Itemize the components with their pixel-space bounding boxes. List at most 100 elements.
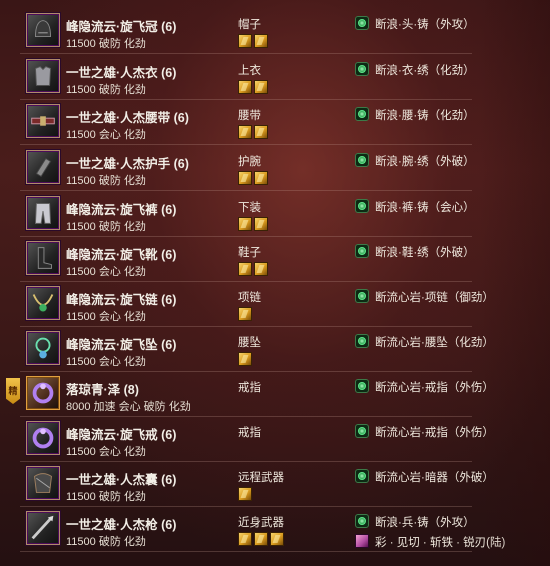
item-name[interactable]: 峰隐流云·旋飞戒 (6): [66, 424, 176, 443]
enchant-icon[interactable]: [355, 153, 369, 167]
pouch-icon[interactable]: [26, 466, 60, 500]
enchant-icon[interactable]: [355, 244, 369, 258]
armor-icon[interactable]: [26, 59, 60, 93]
bracer-icon[interactable]: [26, 150, 60, 184]
equipment-row[interactable]: 一世之雄·人杰护手 (6) 11500 破防 化劲 护腕 断浪·腕·绣（外破）: [20, 146, 475, 191]
enchant-icon[interactable]: [355, 514, 369, 528]
helmet-icon[interactable]: [26, 13, 60, 47]
gem-icon[interactable]: [254, 217, 268, 231]
color-enchant-icon[interactable]: [355, 534, 369, 548]
item-slot: 腰坠: [238, 337, 261, 349]
gem-icon[interactable]: [270, 532, 284, 546]
gem-icon[interactable]: [238, 352, 252, 366]
equipment-row[interactable]: 一世之雄·人杰囊 (6) 11500 破防 化劲 远程武器 断流心岩·暗器（外破）: [20, 462, 494, 507]
gem-icon[interactable]: [238, 487, 252, 501]
equipment-row[interactable]: 峰隐流云·旋飞坠 (6) 11500 会心 化劲 腰坠 断流心岩·腰坠（化劲）: [20, 327, 494, 372]
gem-icon[interactable]: [254, 125, 268, 139]
item-name[interactable]: 一世之雄·人杰腰带 (6): [66, 107, 189, 126]
item-stats: 11500 破防 化劲: [66, 175, 146, 187]
gem-icon[interactable]: [238, 34, 252, 48]
gem-icon[interactable]: [238, 262, 252, 276]
refine-badge: 精: [6, 378, 20, 404]
item-slot: 鞋子: [238, 247, 261, 259]
item-stats: 11500 会心 化劲: [66, 129, 146, 141]
item-slot: 上衣: [238, 65, 261, 77]
equipment-row[interactable]: 峰隐流云·旋飞裤 (6) 11500 破防 化劲 下装 断浪·裤·铸（会心）: [20, 192, 475, 237]
item-slot: 护腕: [238, 156, 261, 168]
enchant-icon[interactable]: [355, 16, 369, 30]
gem-sockets: [238, 262, 270, 278]
gem-icon[interactable]: [238, 217, 252, 231]
item-slot: 腰带: [238, 110, 261, 122]
equipment-row[interactable]: 一世之雄·人杰腰带 (6) 11500 会心 化劲 腰带 断浪·腰·铸（化劲）: [20, 100, 475, 145]
equipment-row[interactable]: 峰隐流云·旋飞靴 (6) 11500 会心 化劲 鞋子 断浪·鞋·绣（外破）: [20, 237, 475, 282]
gem-icon[interactable]: [238, 125, 252, 139]
enchant-label: 断浪·头·铸（外攻）: [375, 19, 475, 31]
item-stats: 11500 会心 化劲: [66, 266, 146, 278]
item-name[interactable]: 峰隐流云·旋飞链 (6): [66, 289, 176, 308]
enchant-label: 断浪·衣·绣（化劲）: [375, 65, 475, 77]
enchant-label: 断浪·兵·铸（外攻）: [375, 517, 475, 529]
enchant-label: 断流心岩·项链（御劲）: [375, 292, 494, 304]
gem-icon[interactable]: [254, 532, 268, 546]
item-name[interactable]: 一世之雄·人杰护手 (6): [66, 153, 189, 172]
equipment-row[interactable]: 精 落琼青·泽 (8) 8000 加速 会心 破防 化劲 戒指 断流心岩·戒指（外伤）: [6, 372, 494, 417]
gem-icon[interactable]: [254, 262, 268, 276]
pendant-icon[interactable]: [26, 331, 60, 365]
gem-sockets: [238, 532, 286, 548]
item-slot: 戒指: [238, 427, 261, 439]
belt-icon[interactable]: [26, 104, 60, 138]
gem-icon[interactable]: [238, 307, 252, 321]
enchant-icon[interactable]: [355, 107, 369, 121]
item-name[interactable]: 峰隐流云·旋飞靴 (6): [66, 244, 176, 263]
enchant-label: 断浪·裤·铸（会心）: [375, 202, 475, 214]
gem-icon[interactable]: [238, 80, 252, 94]
equipment-row[interactable]: 一世之雄·人杰衣 (6) 11500 破防 化劲 上衣 断浪·衣·绣（化劲）: [20, 55, 475, 100]
item-slot: 下装: [238, 202, 261, 214]
item-slot: 戒指: [238, 382, 261, 394]
item-slot: 帽子: [238, 19, 261, 31]
gem-icon[interactable]: [254, 171, 268, 185]
spear-icon[interactable]: [26, 511, 60, 545]
boots-icon[interactable]: [26, 241, 60, 275]
enchant-icon[interactable]: [355, 424, 369, 438]
gem-icon[interactable]: [238, 532, 252, 546]
enchant-label: 断浪·鞋·绣（外破）: [375, 247, 475, 259]
gem-sockets: [238, 125, 270, 141]
enchant-label: 断流心岩·戒指（外伤）: [375, 427, 494, 439]
gem-icon[interactable]: [254, 34, 268, 48]
equipment-row[interactable]: 峰隐流云·旋飞冠 (6) 11500 破防 化劲 帽子 断浪·头·铸（外攻）: [20, 9, 475, 54]
item-name[interactable]: 落琼青·泽 (8): [66, 379, 139, 398]
enchant-icon[interactable]: [355, 469, 369, 483]
equipment-panel: 峰隐流云·旋飞冠 (6) 11500 破防 化劲 帽子 断浪·头·铸（外攻） 一世之雄·…: [0, 0, 550, 566]
item-stats: 11500 破防 化劲: [66, 84, 146, 96]
ring-icon[interactable]: [26, 376, 60, 410]
ring-icon[interactable]: [26, 421, 60, 455]
enchant-icon[interactable]: [355, 62, 369, 76]
enchant-label: 断流心岩·戒指（外伤）: [375, 382, 494, 394]
gem-sockets: [238, 307, 254, 323]
equipment-row[interactable]: 峰隐流云·旋飞链 (6) 11500 会心 化劲 项链 断流心岩·项链（御劲）: [20, 282, 494, 327]
enchant-icon[interactable]: [355, 289, 369, 303]
equipment-row[interactable]: 一世之雄·人杰枪 (6) 11500 破防 化劲 近身武器 断浪·兵·铸（外攻）彩 ·…: [20, 507, 505, 552]
item-name[interactable]: 峰隐流云·旋飞坠 (6): [66, 334, 176, 353]
gem-icon[interactable]: [254, 80, 268, 94]
item-stats: 11500 破防 化劲: [66, 491, 146, 503]
item-name[interactable]: 峰隐流云·旋飞裤 (6): [66, 199, 176, 218]
item-name[interactable]: 一世之雄·人杰枪 (6): [66, 514, 176, 533]
item-name[interactable]: 峰隐流云·旋飞冠 (6): [66, 16, 176, 35]
gem-icon[interactable]: [238, 171, 252, 185]
pants-icon[interactable]: [26, 196, 60, 230]
item-stats: 11500 破防 化劲: [66, 38, 146, 50]
equipment-row[interactable]: 峰隐流云·旋飞戒 (6) 11500 会心 化劲 戒指 断流心岩·戒指（外伤）: [20, 417, 494, 462]
item-name[interactable]: 一世之雄·人杰囊 (6): [66, 469, 176, 488]
necklace-icon[interactable]: [26, 286, 60, 320]
enchant-icon[interactable]: [355, 199, 369, 213]
item-slot: 项链: [238, 292, 261, 304]
enchant-icon[interactable]: [355, 379, 369, 393]
enchant-icon[interactable]: [355, 334, 369, 348]
item-name[interactable]: 一世之雄·人杰衣 (6): [66, 62, 176, 81]
enchant-label: 断流心岩·暗器（外破）: [375, 472, 494, 484]
gem-sockets: [238, 80, 270, 96]
item-stats: 11500 会心 化劲: [66, 446, 146, 458]
